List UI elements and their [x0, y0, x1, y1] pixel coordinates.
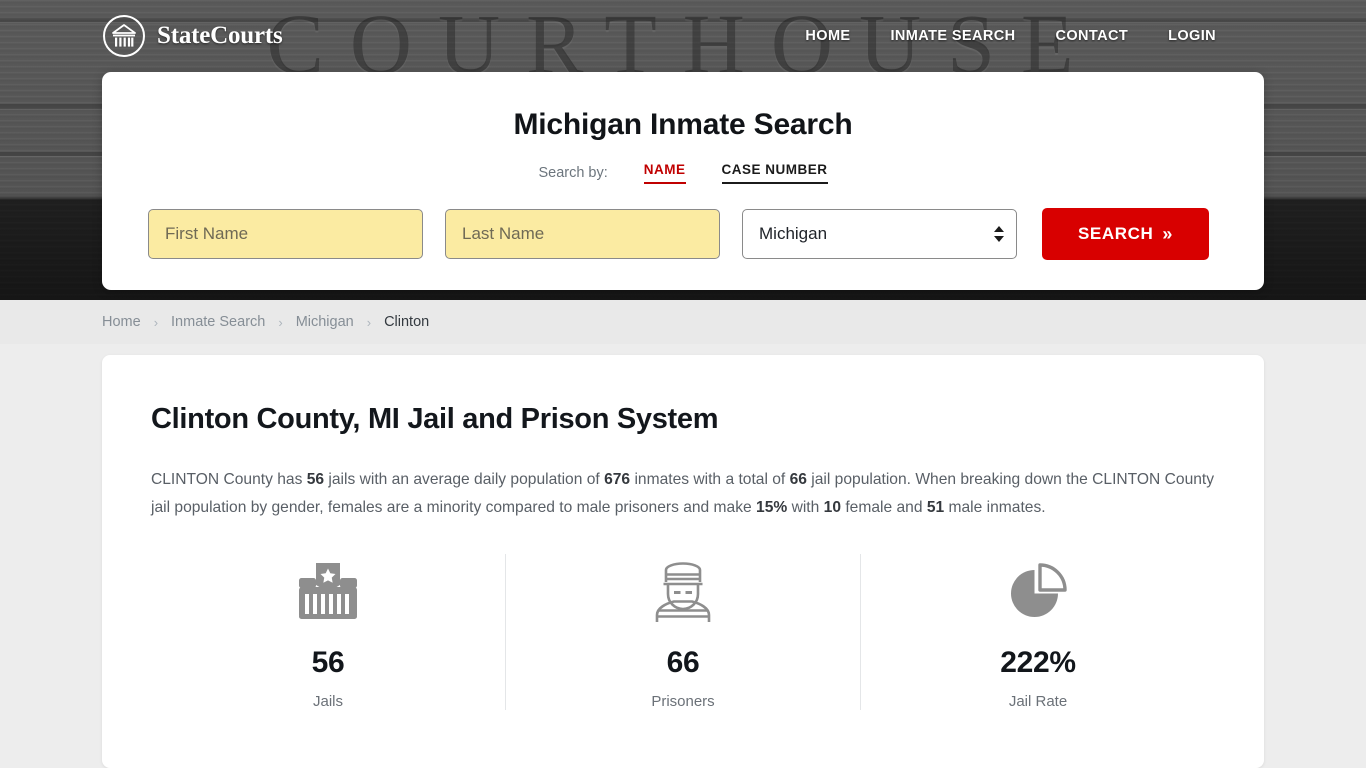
state-select[interactable]: Michigan	[742, 209, 1017, 259]
tab-search-by-case-number[interactable]: CASE NUMBER	[721, 162, 828, 184]
main-content-area: Clinton County, MI Jail and Prison Syste…	[0, 344, 1366, 768]
nav-item-home[interactable]: HOME	[805, 28, 850, 44]
summary-male-count: 51	[926, 499, 945, 516]
breadcrumb-separator-icon: ›	[153, 314, 159, 330]
stat-prisoners-value: 66	[666, 646, 700, 679]
state-select-wrapper[interactable]: Michigan	[742, 209, 1017, 259]
summary-jails-count: 56	[306, 471, 325, 488]
stat-jails-label: Jails	[312, 693, 343, 710]
stat-jails-value: 56	[311, 646, 345, 679]
breadcrumb-item-inmate-search[interactable]: Inmate Search	[171, 314, 265, 330]
search-button-label: SEARCH	[1077, 224, 1154, 243]
summary-text: male inmates.	[944, 499, 1046, 516]
main-nav: HOME INMATE SEARCH CONTACT LOGIN	[805, 28, 1216, 44]
brand-name: StateCourts	[157, 22, 283, 49]
stats-row: 56 Jails 66 Prisoners 222% Jail Rate	[151, 554, 1215, 710]
tab-search-by-name[interactable]: NAME	[643, 162, 686, 184]
search-card-title: Michigan Inmate Search	[513, 108, 853, 141]
nav-item-inmate-search[interactable]: INMATE SEARCH	[891, 28, 1016, 44]
first-name-input[interactable]	[148, 209, 423, 259]
breadcrumb-separator-icon: ›	[366, 314, 372, 330]
search-by-label: Search by:	[538, 165, 608, 181]
courthouse-circle-icon	[102, 14, 146, 58]
pie-chart-icon	[861, 560, 1215, 626]
breadcrumb-separator-icon: ›	[278, 314, 283, 330]
breadcrumb-item-michigan[interactable]: Michigan	[296, 314, 354, 330]
nav-item-login[interactable]: LOGIN	[1168, 28, 1216, 44]
stat-prisoners-label: Prisoners	[651, 693, 715, 710]
inmate-search-card: Michigan Inmate Search Search by: NAME C…	[102, 72, 1264, 290]
search-button[interactable]: SEARCH »	[1042, 208, 1209, 260]
breadcrumb: Home › Inmate Search › Michigan › Clinto…	[0, 300, 1366, 344]
stat-jails: 56 Jails	[151, 554, 505, 710]
double-chevron-right-icon: »	[1162, 224, 1173, 244]
brand-logo-link[interactable]: StateCourts	[102, 14, 283, 58]
prisoner-icon	[506, 560, 860, 626]
stat-prisoners: 66 Prisoners	[505, 554, 860, 710]
last-name-input[interactable]	[445, 209, 720, 259]
hero-header: COURTHOUSE StateCourts HOME INMATE SEARC…	[0, 0, 1366, 300]
county-info-card: Clinton County, MI Jail and Prison Syste…	[102, 355, 1264, 768]
summary-total-jail-population: 66	[789, 471, 807, 488]
breadcrumb-item-home[interactable]: Home	[102, 314, 141, 330]
stat-jail-rate-label: Jail Rate	[1008, 693, 1068, 710]
summary-female-percent: 15%	[756, 499, 788, 516]
summary-text: CLINTON County has	[151, 471, 307, 488]
stat-jail-rate-value: 222%	[1000, 646, 1076, 679]
summary-text: female and	[841, 499, 927, 516]
top-navigation-bar: StateCourts HOME INMATE SEARCH CONTACT L…	[0, 0, 1366, 72]
summary-avg-daily-population: 676	[604, 471, 631, 488]
summary-female-count: 10	[823, 499, 841, 516]
page-title: Clinton County, MI Jail and Prison Syste…	[151, 403, 719, 435]
summary-text: jails with an average daily population o…	[324, 471, 605, 488]
stat-jail-rate: 222% Jail Rate	[860, 554, 1215, 710]
summary-text: with	[787, 499, 824, 516]
county-summary-paragraph: CLINTON County has 56 jails with an aver…	[151, 466, 1215, 522]
search-by-row: Search by: NAME CASE NUMBER	[148, 162, 1218, 184]
summary-text: inmates with a total of	[630, 471, 790, 488]
nav-item-contact[interactable]: CONTACT	[1055, 28, 1128, 44]
search-form: Michigan SEARCH »	[148, 208, 1218, 260]
breadcrumb-item-clinton: Clinton	[384, 314, 430, 330]
jail-building-icon	[151, 560, 505, 626]
